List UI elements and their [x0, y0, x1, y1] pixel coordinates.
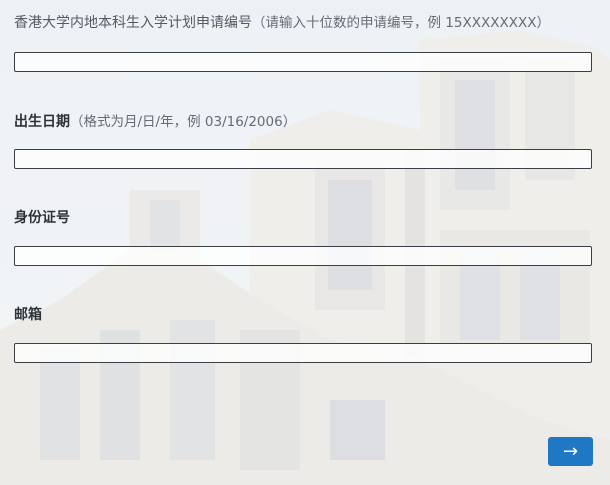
next-button[interactable]: →: [548, 437, 593, 466]
email-label-text: 邮箱: [14, 307, 42, 323]
arrow-right-icon: →: [562, 441, 579, 462]
application-number-label-text: 香港大学内地本科生入学计划申请编号: [14, 15, 252, 31]
email-label: 邮箱: [14, 304, 42, 324]
birth-date-label-text: 出生日期: [14, 114, 70, 130]
application-number-input[interactable]: [14, 52, 592, 72]
application-number-label: 香港大学内地本科生入学计划申请编号（请输入十位数的申请编号，例 15XXXXXX…: [14, 11, 550, 32]
application-form: 香港大学内地本科生入学计划申请编号（请输入十位数的申请编号，例 15XXXXXX…: [0, 0, 610, 485]
birth-date-label: 出生日期（格式为月/日/年，例 03/16/2006）: [14, 110, 296, 131]
email-input[interactable]: [14, 343, 592, 363]
birth-date-hint: （格式为月/日/年，例 03/16/2006）: [70, 114, 297, 130]
id-number-input[interactable]: [14, 246, 592, 266]
application-number-hint: （请输入十位数的申请编号，例 15XXXXXXXX）: [252, 15, 550, 31]
id-number-label: 身份证号: [14, 207, 70, 227]
id-number-label-text: 身份证号: [14, 210, 70, 226]
birth-date-input[interactable]: [14, 149, 592, 169]
